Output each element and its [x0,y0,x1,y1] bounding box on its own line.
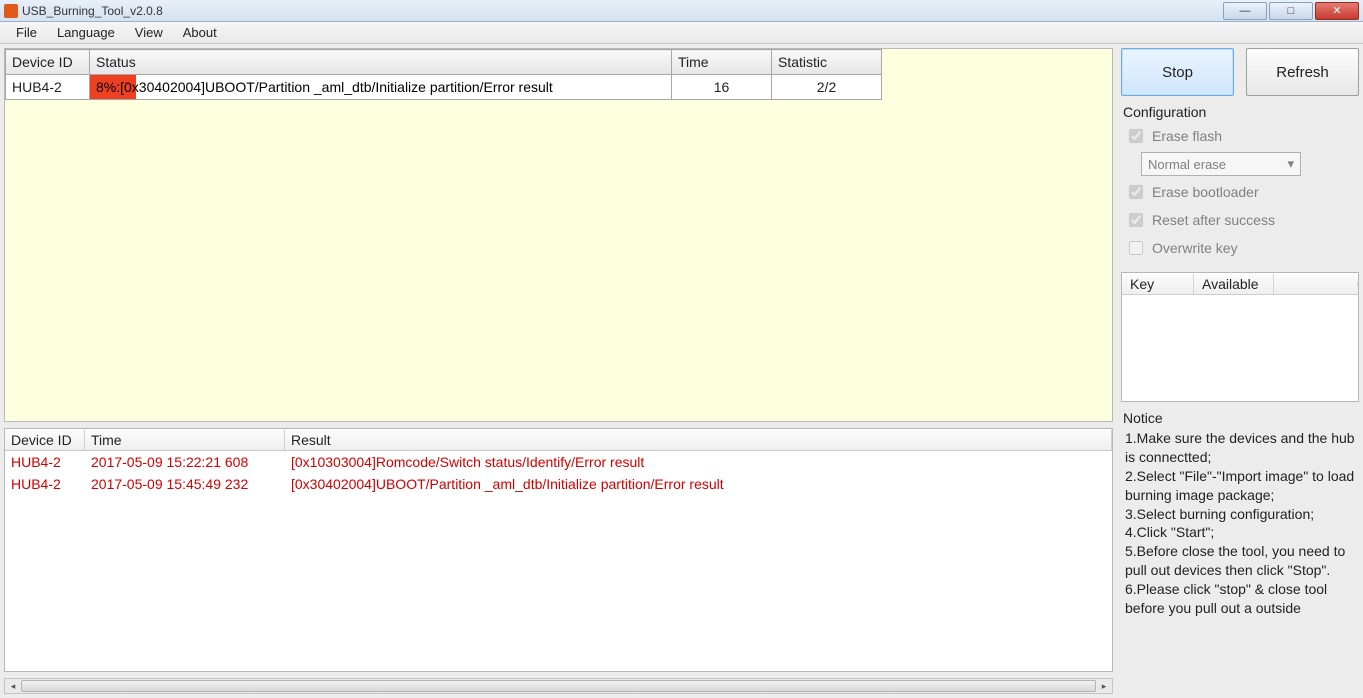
configuration-group: Configuration Erase flash Normal erase ▾… [1121,102,1359,266]
reset-after-label: Reset after success [1152,212,1275,228]
log-row[interactable]: HUB4-2 2017-05-09 15:22:21 608 [0x103030… [5,451,1112,473]
status-cell-device: HUB4-2 [6,75,90,100]
log-cell-device: HUB4-2 [5,453,85,471]
erase-flash-input[interactable] [1129,129,1143,143]
status-cell-status: 8%:[0x30402004]UBOOT/Partition _aml_dtb/… [90,75,672,100]
horizontal-scrollbar[interactable]: ◂ ▸ [4,678,1113,694]
log-cell-device: HUB4-2 [5,475,85,493]
status-panel: Device ID Status Time Statistic HUB4-2 8… [4,48,1113,422]
log-cell-result: [0x10303004]Romcode/Switch status/Identi… [285,453,1112,471]
status-row[interactable]: HUB4-2 8%:[0x30402004]UBOOT/Partition _a… [6,75,882,100]
log-th-device[interactable]: Device ID [5,430,85,450]
notice-line: 2.Select "File"-"Import image" to load b… [1125,467,1355,505]
erase-flash-checkbox[interactable]: Erase flash [1123,122,1357,150]
notice-line: 3.Select burning configuration; [1125,505,1355,524]
key-th-available[interactable]: Available [1194,274,1274,294]
overwrite-key-input[interactable] [1129,241,1143,255]
stop-button[interactable]: Stop [1121,48,1234,96]
action-buttons: Stop Refresh [1121,48,1359,96]
scroll-left-icon[interactable]: ◂ [5,679,21,693]
notice-title: Notice [1123,408,1357,428]
configuration-title: Configuration [1123,102,1357,122]
erase-bootloader-input[interactable] [1129,185,1143,199]
refresh-button[interactable]: Refresh [1246,48,1359,96]
status-cell-time: 16 [672,75,772,100]
erase-mode-value: Normal erase [1148,157,1226,172]
notice-line: 5.Before close the tool, you need to pul… [1125,542,1355,580]
log-cell-result: [0x30402004]UBOOT/Partition _aml_dtb/Ini… [285,475,1112,493]
overwrite-key-checkbox[interactable]: Overwrite key [1123,234,1357,262]
scroll-right-icon[interactable]: ▸ [1096,679,1112,693]
menu-bar: File Language View About [0,22,1363,44]
status-th-device[interactable]: Device ID [6,50,90,75]
app-body: Device ID Status Time Statistic HUB4-2 8… [0,44,1363,698]
erase-bootloader-checkbox[interactable]: Erase bootloader [1123,178,1357,206]
window-buttons: — □ ✕ [1223,2,1359,20]
notice-line: 4.Click "Start"; [1125,523,1355,542]
key-header: Key Available [1122,273,1358,295]
key-th-key[interactable]: Key [1122,274,1194,294]
log-header: Device ID Time Result [5,429,1112,451]
log-th-time[interactable]: Time [85,430,285,450]
app-icon [4,4,18,18]
notice-body: 1.Make sure the devices and the hub is c… [1123,429,1357,618]
right-column: Stop Refresh Configuration Erase flash N… [1121,48,1359,694]
status-th-statistic[interactable]: Statistic [772,50,882,75]
log-cell-time: 2017-05-09 15:45:49 232 [85,475,285,493]
menu-about[interactable]: About [173,23,227,42]
log-panel: Device ID Time Result HUB4-2 2017-05-09 … [4,428,1113,672]
close-button[interactable]: ✕ [1315,2,1359,20]
log-row[interactable]: HUB4-2 2017-05-09 15:45:49 232 [0x304020… [5,473,1112,495]
erase-mode-select[interactable]: Normal erase ▾ [1141,152,1301,176]
maximize-button[interactable]: □ [1269,2,1313,20]
menu-view[interactable]: View [125,23,173,42]
title-bar: USB_Burning_Tool_v2.0.8 — □ ✕ [0,0,1363,22]
chevron-down-icon: ▾ [1287,156,1294,172]
status-cell-statistic: 2/2 [772,75,882,100]
erase-bootloader-label: Erase bootloader [1152,184,1259,200]
key-panel: Key Available [1121,272,1359,402]
minimize-button[interactable]: — [1223,2,1267,20]
reset-after-checkbox[interactable]: Reset after success [1123,206,1357,234]
log-body[interactable]: HUB4-2 2017-05-09 15:22:21 608 [0x103030… [5,451,1112,671]
menu-language[interactable]: Language [47,23,125,42]
notice-line: 6.Please click "stop" & close tool befor… [1125,580,1355,618]
status-table: Device ID Status Time Statistic HUB4-2 8… [5,49,882,100]
status-th-status[interactable]: Status [90,50,672,75]
left-column: Device ID Status Time Statistic HUB4-2 8… [4,48,1113,694]
scroll-thumb[interactable] [21,680,1096,692]
notice-group: Notice 1.Make sure the devices and the h… [1121,408,1359,622]
status-th-time[interactable]: Time [672,50,772,75]
overwrite-key-label: Overwrite key [1152,240,1238,256]
log-th-result[interactable]: Result [285,430,1112,450]
status-progress-text: 8%:[0x30402004]UBOOT/Partition _aml_dtb/… [90,75,671,99]
menu-file[interactable]: File [6,23,47,42]
erase-flash-label: Erase flash [1152,128,1222,144]
log-cell-time: 2017-05-09 15:22:21 608 [85,453,285,471]
reset-after-input[interactable] [1129,213,1143,227]
window-title: USB_Burning_Tool_v2.0.8 [22,4,1223,18]
notice-line: 1.Make sure the devices and the hub is c… [1125,429,1355,467]
